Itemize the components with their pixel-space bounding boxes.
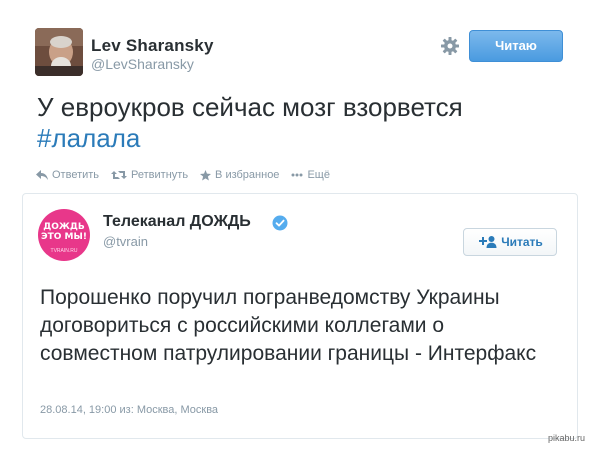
quoted-author-handle[interactable]: @tvrain xyxy=(103,234,148,249)
avatar-logo-url: TVRAIN.RU xyxy=(50,248,78,254)
more-button[interactable]: Ещё xyxy=(291,169,330,181)
follow-user-icon xyxy=(479,236,497,248)
retweet-label: Ретвитнуть xyxy=(131,169,189,181)
avatar[interactable] xyxy=(35,28,83,76)
retweet-button[interactable]: Ретвитнуть xyxy=(111,169,188,181)
retweet-icon xyxy=(111,171,128,179)
hashtag-link[interactable]: #лалала xyxy=(37,123,577,154)
favorite-label: В избранное xyxy=(215,169,280,181)
avatar-logo-line1: ДОЖДЬ xyxy=(43,222,85,232)
favorite-button[interactable]: В избранное xyxy=(200,169,279,181)
star-icon xyxy=(200,169,212,181)
more-label: Ещё xyxy=(307,169,330,181)
gear-icon[interactable] xyxy=(440,36,460,56)
quoted-tweet-text: Порошенко поручил погранведомству Украин… xyxy=(40,286,537,365)
reply-button[interactable]: Ответить xyxy=(36,169,99,181)
reply-icon xyxy=(36,170,48,180)
verified-badge-icon xyxy=(272,215,288,231)
avatar-logo-line2: ЭТО МЫ! xyxy=(41,232,87,242)
quoted-author-name[interactable]: Телеканал ДОЖДЬ xyxy=(103,213,251,231)
reply-label: Ответить xyxy=(52,169,100,181)
quoted-follow-label: Читать xyxy=(501,235,543,249)
more-dots-icon xyxy=(291,173,303,177)
tweet-text: У евроукров сейчас мозг взорвется #лалал… xyxy=(37,92,577,154)
author-name[interactable]: Lev Sharansky xyxy=(91,36,214,56)
watermark: pikabu.ru xyxy=(548,433,586,443)
tweet-body: У евроукров сейчас мозг взорвется xyxy=(37,92,463,122)
quoted-follow-button[interactable]: Читать xyxy=(463,228,557,256)
quoted-avatar[interactable]: ДОЖДЬ ЭТО МЫ! TVRAIN.RU xyxy=(38,209,90,261)
tweet-actions: Ответить Ретвитнуть В избранное Ещё xyxy=(36,167,342,183)
author-handle[interactable]: @LevSharansky xyxy=(91,56,194,72)
follow-button[interactable]: Читаю xyxy=(469,30,563,62)
quoted-tweet-meta[interactable]: 28.08.14, 19:00 из: Москва, Москва xyxy=(40,404,218,416)
